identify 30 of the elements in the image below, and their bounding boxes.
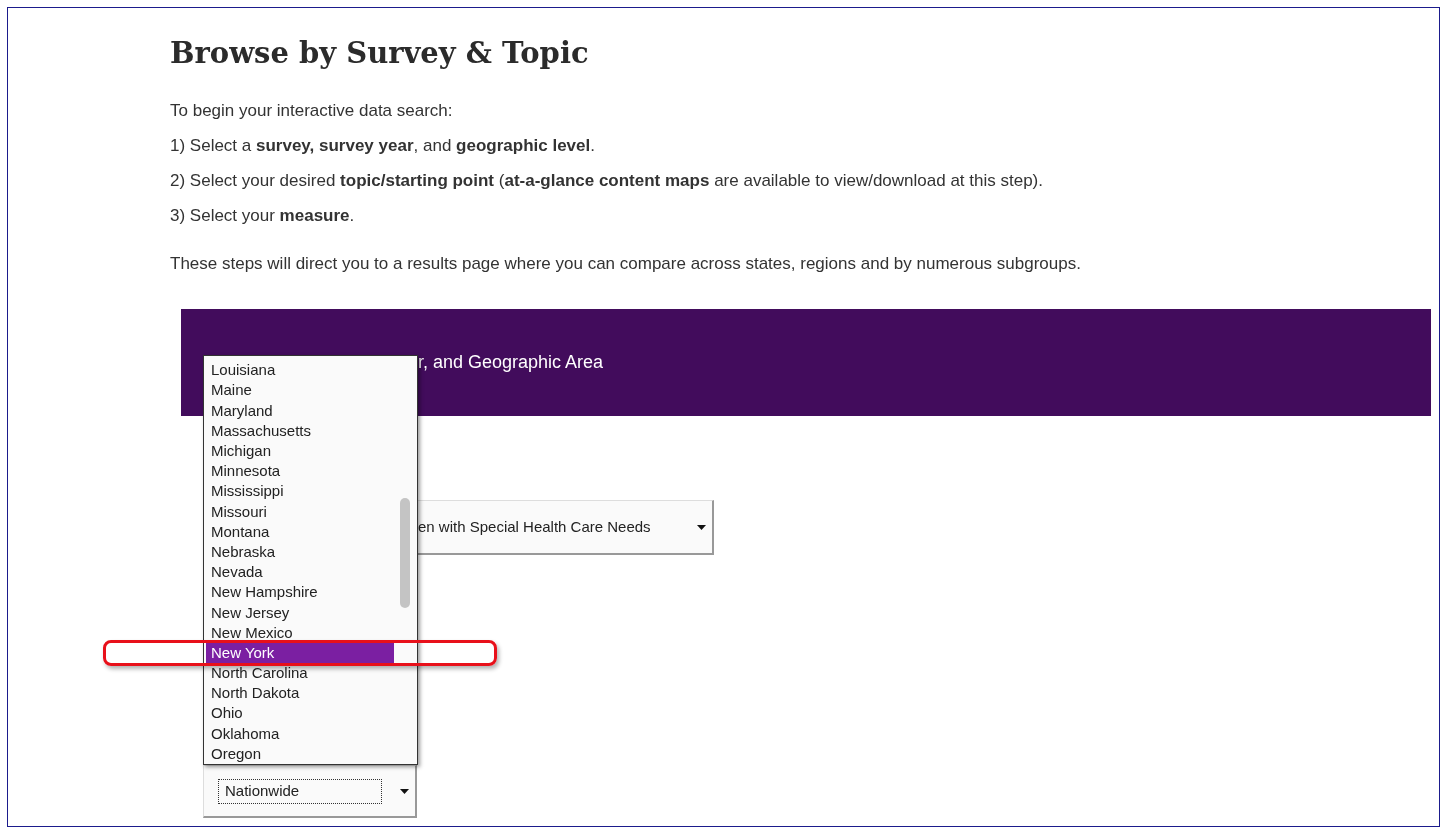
state-option[interactable]: Maryland: [206, 400, 394, 421]
scrollbar-thumb[interactable]: [400, 498, 410, 609]
state-option[interactable]: Maine: [206, 380, 394, 401]
state-option[interactable]: Massachusetts: [206, 420, 394, 442]
state-option[interactable]: New York: [206, 642, 394, 664]
state-option[interactable]: North Dakota: [206, 683, 394, 704]
step-text: 2) Select your desired topic/starting point (at-a-glance content maps are available to view/download at this step).: [170, 169, 1044, 192]
state-option[interactable]: Mississippi: [206, 481, 394, 502]
select-value: en with Special Health Care Needs: [418, 517, 651, 538]
step-text: 3) Select your measure.: [170, 204, 356, 227]
page-heading: Browse by Survey & Topic: [170, 36, 590, 71]
state-option[interactable]: New Mexico: [206, 622, 394, 643]
state-option[interactable]: New Jersey: [206, 602, 394, 623]
state-option[interactable]: Oregon: [206, 743, 394, 765]
caret-icon: [400, 788, 409, 794]
state-option[interactable]: New Hampshire: [206, 582, 394, 603]
state-option[interactable]: Oklahoma: [206, 723, 394, 744]
state-option[interactable]: Nevada: [206, 562, 394, 583]
state-option[interactable]: North Carolina: [206, 663, 394, 684]
state-option[interactable]: Minnesota: [206, 461, 394, 482]
intro-text: To begin your interactive data search:: [170, 99, 454, 122]
panel-title: r, and Geographic Area: [418, 351, 604, 375]
state-option[interactable]: Ohio: [206, 703, 394, 724]
instructions-text: These steps will direct you to a results page where you can compare across states, regions and by numerous subgroups.: [170, 252, 1082, 275]
step-text: 1) Select a survey, survey year, and geographic level.: [170, 134, 596, 157]
caret-icon: [697, 524, 706, 530]
state-option[interactable]: Louisiana: [206, 360, 394, 381]
state-option[interactable]: Michigan: [206, 441, 394, 462]
select-value: Nationwide: [218, 779, 382, 804]
geography-select[interactable]: Nationwide: [203, 765, 417, 819]
